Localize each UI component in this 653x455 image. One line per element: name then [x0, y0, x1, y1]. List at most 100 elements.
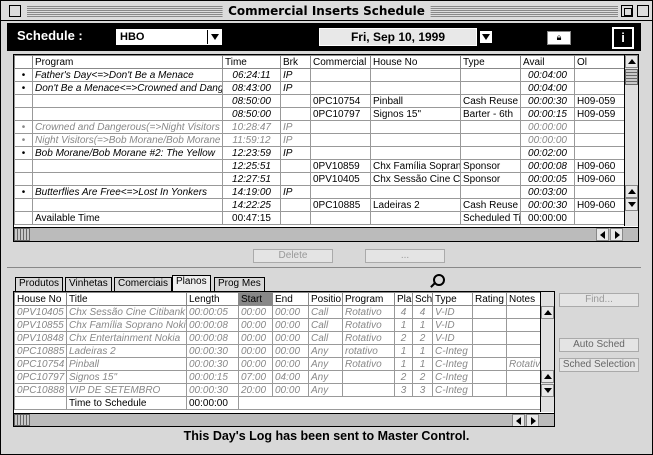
scroll-left-icon[interactable]: [512, 414, 525, 426]
column-header[interactable]: Time: [222, 55, 281, 69]
date-display[interactable]: Fri, Sep 10, 1999: [319, 28, 477, 46]
tab-produtos[interactable]: Produtos: [15, 277, 64, 291]
cell-program: Butterflies Are Free<=>Lost In Yonkers: [32, 185, 223, 199]
collapse-box[interactable]: [637, 5, 649, 17]
column-header[interactable]: Start: [238, 292, 273, 306]
scroll-right-icon[interactable]: [526, 414, 539, 426]
insert-vscrollbar[interactable]: [540, 292, 554, 412]
scroll-thumb[interactable]: [14, 414, 30, 426]
column-header[interactable]: House No: [14, 292, 67, 306]
tab-prog-mes[interactable]: Prog Mes: [214, 277, 265, 291]
table-row[interactable]: 08:50:00 0PC10754 Pinball Cash Reuse -00:00…: [14, 94, 625, 108]
insert-hscrollbar[interactable]: [14, 413, 554, 426]
column-header[interactable]: Program: [32, 55, 223, 69]
cell-brk: [280, 107, 311, 121]
table-row[interactable]: • Bob Morane/Bob Morane #2: The Yellow 12:…: [14, 146, 625, 160]
zoom-box[interactable]: [621, 5, 633, 17]
info-button[interactable]: i: [612, 27, 634, 49]
magnifier-icon[interactable]: [433, 274, 445, 286]
table-row[interactable]: • Don't Be a Menace<=>Crowned and Danger 0…: [14, 81, 625, 95]
tab-planos[interactable]: Planos: [172, 275, 211, 291]
column-header[interactable]: Length: [186, 292, 239, 306]
table-row[interactable]: 0PC10888 VIP DE SETEMBRO 00:00:30 20:00 00:0…: [14, 383, 543, 397]
table-row[interactable]: • Night Visitors(=>Bob Morane/Bob Morane 1…: [14, 133, 625, 147]
cell: 00:00:15: [186, 370, 239, 384]
status-message: This Day's Log has been sent to Master C…: [183, 429, 470, 443]
cell: 0PC10888: [14, 383, 67, 397]
table-row[interactable]: • Butterflies Are Free<=>Lost In Yonkers 1…: [14, 185, 625, 199]
column-header[interactable]: Sch: [412, 292, 433, 306]
title-bar[interactable]: Commercial Inserts Schedule: [1, 1, 652, 21]
table-row[interactable]: 0PV10405 Chx Sessão Cine Citibank 00:00:05…: [14, 305, 543, 319]
column-header[interactable]: House No: [370, 55, 461, 69]
tab-vinhetas[interactable]: Vinhetas: [65, 277, 112, 291]
column-header[interactable]: Commercial: [310, 55, 371, 69]
table-row[interactable]: • Father's Day<=>Don't Be a Menace 06:24:1…: [14, 68, 625, 82]
column-header[interactable]: Ol: [574, 55, 625, 69]
schedule-vscrollbar[interactable]: [624, 55, 638, 226]
cell: V-ID: [432, 305, 473, 319]
scroll-up-icon[interactable]: [625, 185, 638, 198]
scroll-up-icon[interactable]: [541, 306, 554, 319]
cell-house: Chx Família Sopran: [370, 159, 461, 173]
cell: [472, 357, 507, 371]
scroll-up-icon[interactable]: [541, 370, 554, 383]
cell-house: Pinball: [370, 94, 461, 108]
scroll-down-icon[interactable]: [625, 198, 638, 211]
cell-ol: H09-060: [574, 172, 625, 186]
cell-brk: IP: [280, 81, 311, 95]
cell-brk: [280, 172, 311, 186]
column-header[interactable]: Pla: [394, 292, 413, 306]
cell-commercial: [310, 133, 371, 147]
column-header[interactable]: Positio: [308, 292, 343, 306]
find-button[interactable]: Find...: [559, 293, 639, 307]
scroll-thumb[interactable]: [625, 69, 638, 85]
scroll-left-icon[interactable]: [596, 228, 609, 241]
column-header[interactable]: Brk: [280, 55, 311, 69]
table-row[interactable]: 0PV10848 Chx Entertainment Nokia 00:00:08 0…: [14, 331, 543, 345]
column-header[interactable]: Avail: [520, 55, 575, 69]
column-header[interactable]: Rating: [472, 292, 507, 306]
column-header[interactable]: Type: [432, 292, 473, 306]
column-header[interactable]: Type: [460, 55, 521, 69]
table-row[interactable]: • Crowned and Dangerous(=>Night Visitors 1…: [14, 120, 625, 134]
column-header[interactable]: Title: [66, 292, 187, 306]
cell: C-Integ: [432, 344, 473, 358]
cell-type: [460, 133, 521, 147]
column-header[interactable]: Notes: [506, 292, 543, 306]
cell-bullet: [14, 107, 33, 121]
delete-button[interactable]: Delete: [253, 249, 333, 263]
table-row[interactable]: 14:22:25 0PC10885 Ladeiras 2 Cash Reuse -00…: [14, 198, 625, 212]
date-chevron-down-icon[interactable]: [480, 31, 492, 43]
scroll-thumb[interactable]: [14, 228, 30, 241]
scroll-down-icon[interactable]: [541, 384, 554, 397]
cell: [506, 383, 543, 397]
schedule-hscrollbar[interactable]: [14, 227, 638, 241]
sched-selection-button[interactable]: Sched Selection: [559, 358, 639, 372]
table-row[interactable]: 0PC10754 Pinball 00:00:30 00:00 00:00 Any Rota…: [14, 357, 543, 371]
cell-time: 12:25:51: [222, 159, 281, 173]
schedule-grid: Program Time Brk Commercial House No Type Avai…: [14, 55, 625, 225]
scroll-right-icon[interactable]: [610, 228, 623, 241]
auto-sched-button[interactable]: Auto Sched: [559, 338, 639, 352]
table-row[interactable]: 12:27:51 0PV10405 Chx Sessão Cine Cit Spons…: [14, 172, 625, 186]
cell: 2: [394, 370, 413, 384]
lock-button[interactable]: 🔒︎: [547, 31, 571, 45]
table-row[interactable]: 0PC10797 Signos 15" 00:00:15 07:00 04:00 Any 2…: [14, 370, 543, 384]
table-row[interactable]: 0PC10885 Ladeiras 2 00:00:30 00:00 00:00 Any r…: [14, 344, 543, 358]
cell-avail: 00:02:00: [520, 146, 575, 160]
table-row[interactable]: 08:50:00 0PC10797 Signos 15" Barter - 6th 00…: [14, 107, 625, 121]
scroll-up-icon[interactable]: [625, 55, 638, 68]
cell-bullet: [14, 198, 33, 212]
channel-select[interactable]: HBO: [115, 28, 223, 46]
cell-program: [32, 107, 223, 121]
column-header[interactable]: [14, 55, 33, 69]
cell: 3: [412, 383, 433, 397]
close-box[interactable]: [9, 5, 21, 17]
ellipsis-button[interactable]: ...: [365, 249, 445, 263]
table-row[interactable]: 0PV10855 Chx Família Soprano Nokia 00:00:0…: [14, 318, 543, 332]
column-header[interactable]: Program: [342, 292, 395, 306]
table-row[interactable]: 12:25:51 0PV10859 Chx Família Sopran Sponso…: [14, 159, 625, 173]
tab-comerciais[interactable]: Comerciais: [114, 277, 173, 291]
column-header[interactable]: End: [272, 292, 309, 306]
